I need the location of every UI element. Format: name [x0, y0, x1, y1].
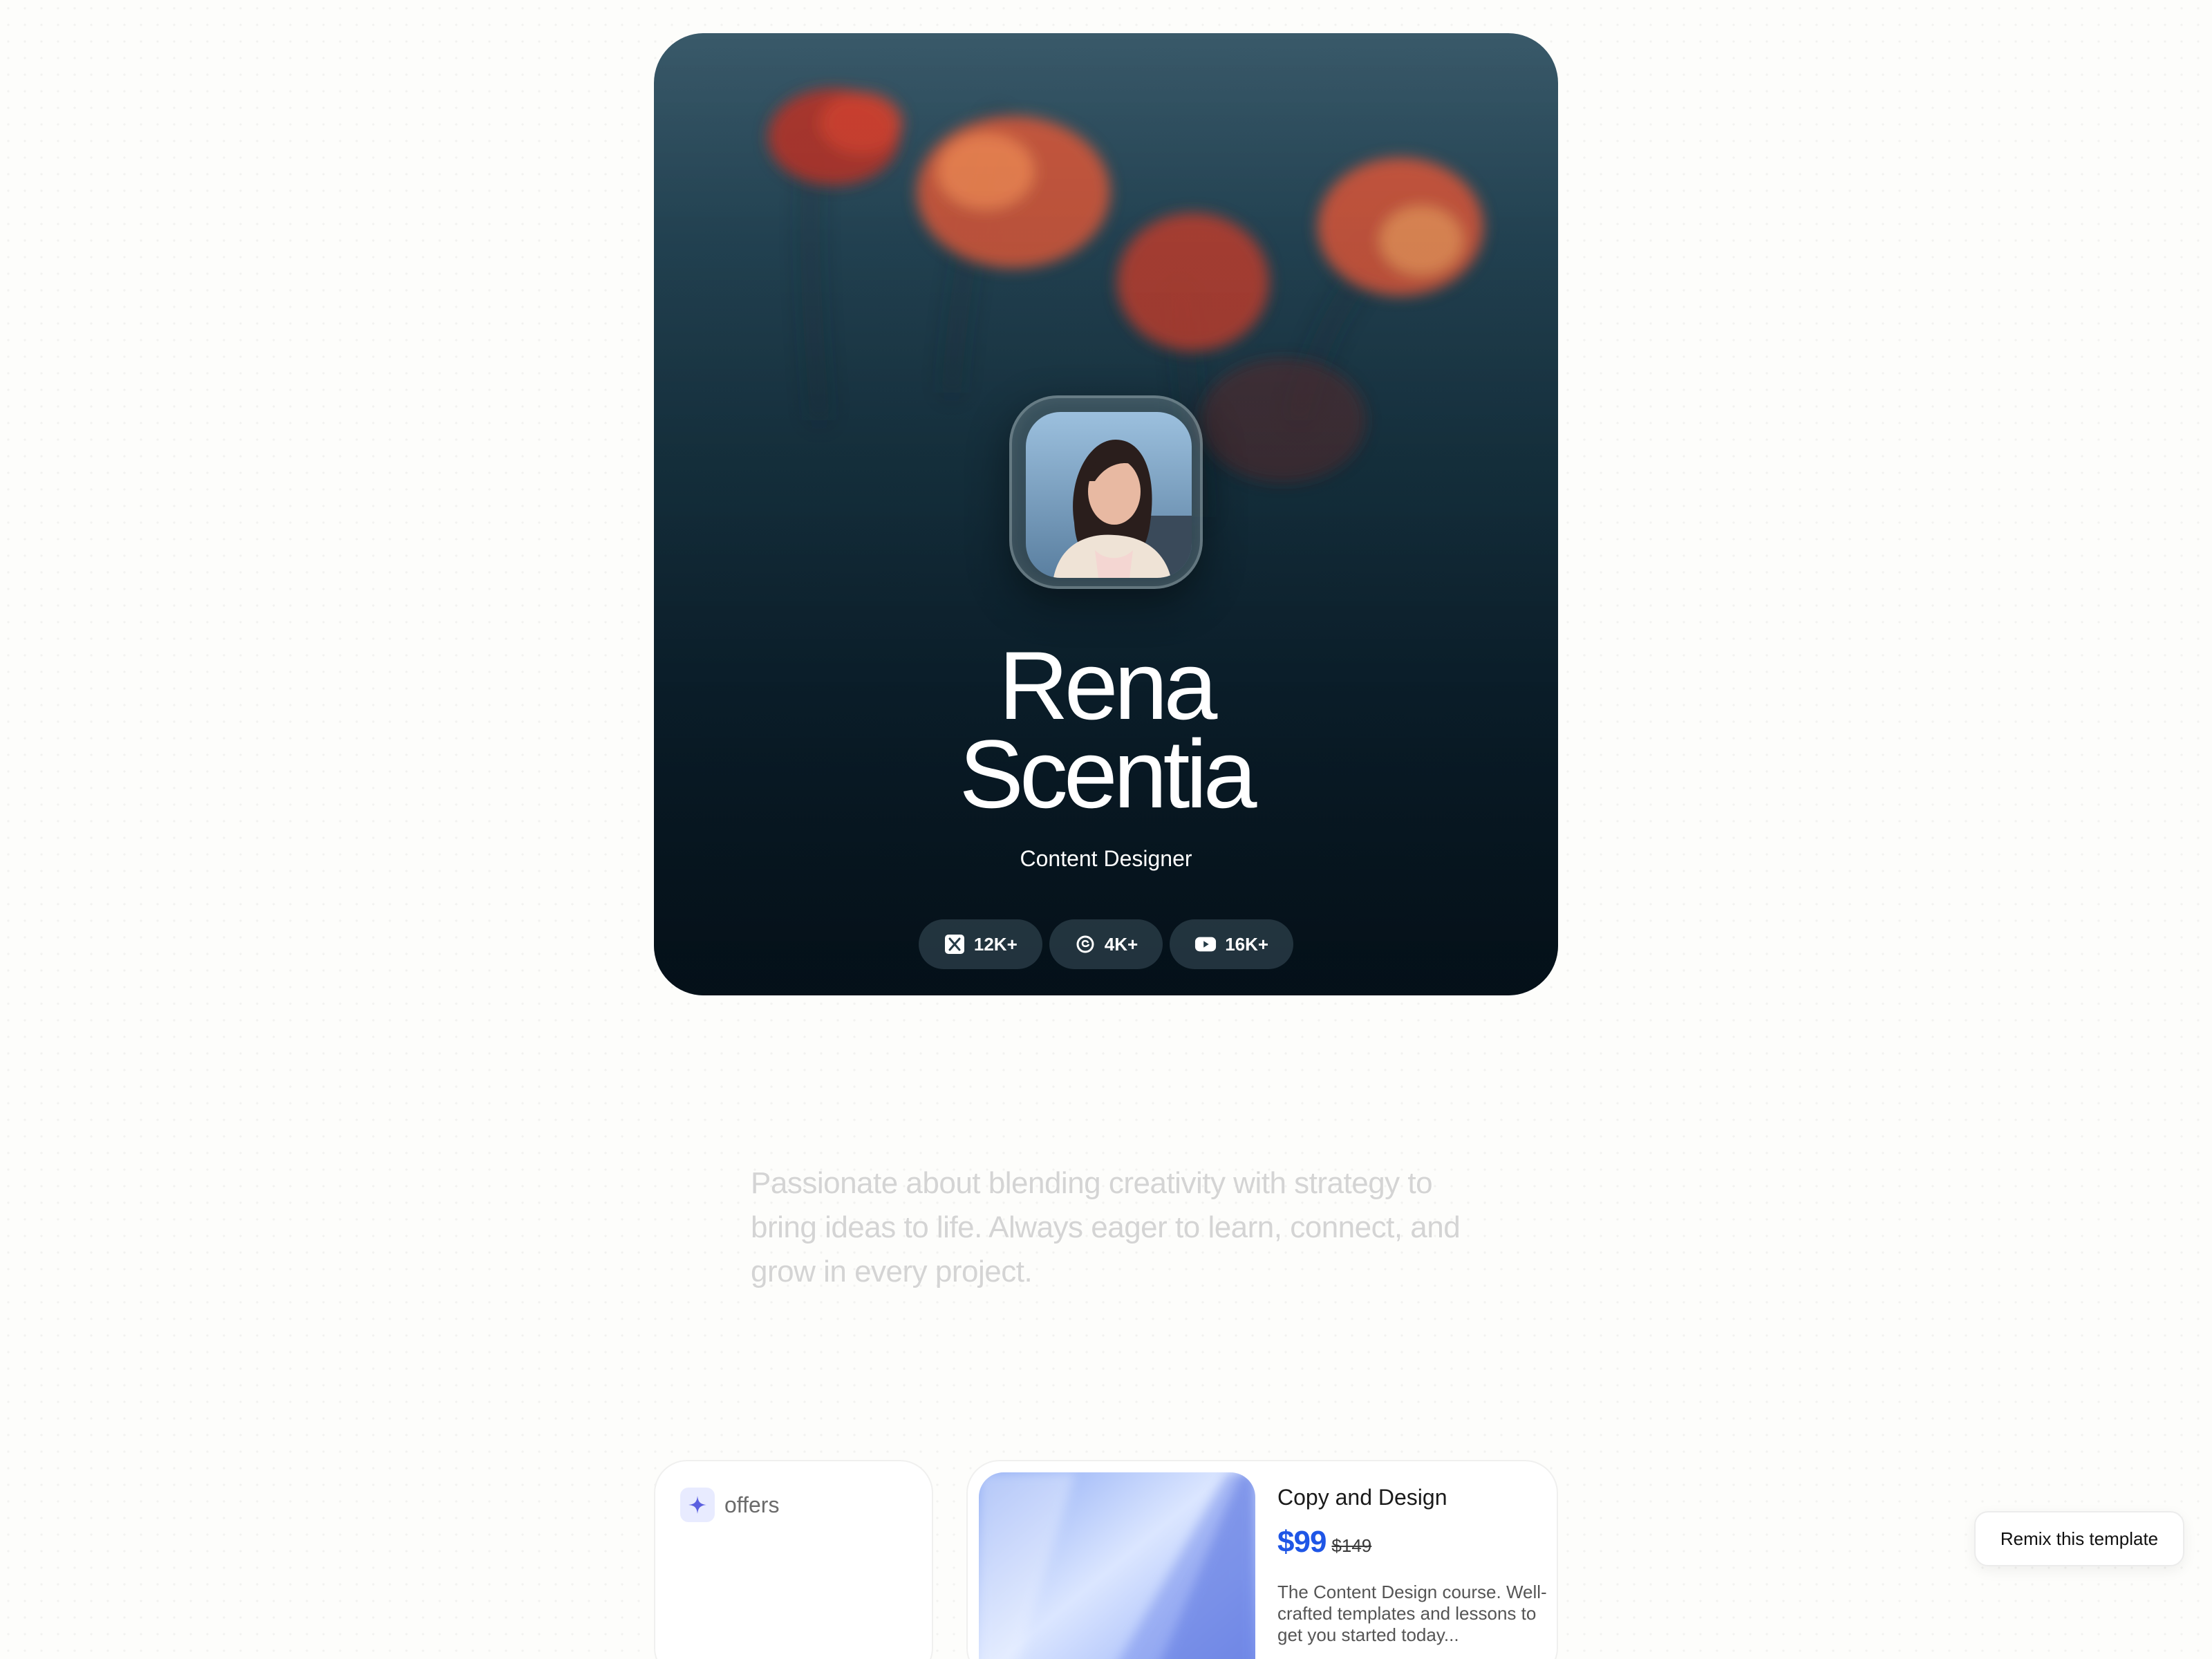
- social-link-youtube[interactable]: 16K+: [1170, 919, 1294, 969]
- product-title: Copy and Design: [1277, 1485, 1447, 1510]
- sparkle-icon: [680, 1488, 715, 1522]
- profile-name: Rena Scentia: [654, 631, 1558, 828]
- x-icon: [944, 933, 966, 955]
- profile-first-name: Rena: [998, 631, 1218, 740]
- avatar: [1009, 395, 1203, 589]
- product-thumbnail: [979, 1472, 1255, 1659]
- offers-card[interactable]: offers: [654, 1460, 933, 1659]
- social-count-threads: 4K+: [1104, 933, 1138, 955]
- product-price-row: $99 $149: [1277, 1525, 1371, 1559]
- profile-last-name: Scentia: [959, 720, 1257, 828]
- social-count-youtube: 16K+: [1225, 933, 1269, 955]
- social-count-x: 12K+: [973, 933, 1018, 955]
- product-description: The Content Design course. Well-crafted …: [1277, 1582, 1547, 1645]
- page: Rena Scentia Content Designer 12K+ 4K+ 1…: [0, 0, 2212, 1659]
- product-original-price: $149: [1331, 1535, 1372, 1556]
- social-link-threads[interactable]: 4K+: [1049, 919, 1163, 969]
- avatar-photo: [1026, 412, 1192, 578]
- bio-text: Passionate about blending creativity wit…: [751, 1166, 1461, 1288]
- remix-template-button[interactable]: Remix this template: [1974, 1511, 2184, 1566]
- social-link-x[interactable]: 12K+: [918, 919, 1042, 969]
- product-card[interactable]: Copy and Design $99 $149 The Content Des…: [966, 1460, 1558, 1659]
- offers-header: offers: [680, 1488, 779, 1522]
- profile-role: Content Designer: [1020, 846, 1192, 871]
- youtube-icon: [1194, 933, 1217, 955]
- offers-label: offers: [724, 1492, 780, 1517]
- product-price: $99: [1277, 1525, 1327, 1559]
- threads-icon: [1074, 933, 1096, 955]
- social-links: 12K+ 4K+ 16K+: [654, 919, 1558, 969]
- profile-hero-card: Rena Scentia Content Designer 12K+ 4K+ 1…: [654, 33, 1558, 995]
